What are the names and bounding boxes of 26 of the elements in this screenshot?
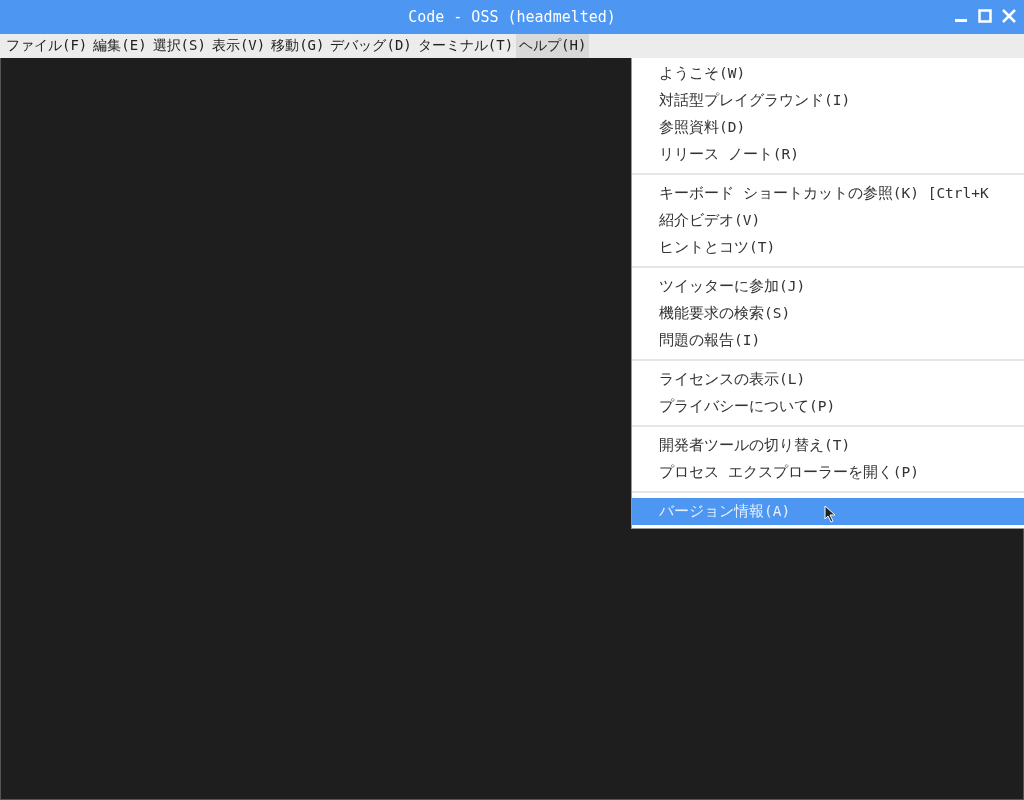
menu-entry[interactable]: ヒントとコツ(T) bbox=[632, 234, 1024, 261]
menu-entry[interactable]: 参照資料(D) bbox=[632, 114, 1024, 141]
menu-entry[interactable]: 機能要求の検索(S) bbox=[632, 300, 1024, 327]
menu-item[interactable]: ファイル(F) bbox=[3, 34, 91, 58]
window-title: Code - OSS (headmelted) bbox=[408, 8, 616, 26]
menu-item[interactable]: 移動(G) bbox=[268, 34, 328, 58]
menu-entry[interactable]: リリース ノート(R) bbox=[632, 141, 1024, 168]
menu-entry[interactable]: 開発者ツールの切り替え(T) bbox=[632, 432, 1024, 459]
menu-item[interactable]: ターミナル(T) bbox=[414, 34, 517, 58]
menu-item[interactable]: 表示(V) bbox=[208, 34, 269, 58]
menu-entry[interactable]: 問題の報告(I) bbox=[632, 327, 1024, 354]
menu-entry[interactable]: プライバシーについて(P) bbox=[632, 393, 1024, 420]
menu-item[interactable]: ヘルプ(H) bbox=[516, 34, 590, 58]
menu-entry[interactable]: キーボード ショートカットの参照(K) [Ctrl+K bbox=[632, 180, 1024, 207]
menu-item[interactable]: 選択(S) bbox=[149, 34, 209, 58]
mouse-pointer-icon bbox=[824, 505, 836, 523]
menu-item[interactable]: デバッグ(D) bbox=[327, 34, 415, 58]
menu-item[interactable]: 編集(E) bbox=[90, 34, 150, 58]
menu-entry[interactable]: ようこそ(W) bbox=[632, 60, 1024, 87]
menu-entry[interactable]: 対話型プレイグラウンド(I) bbox=[632, 87, 1024, 114]
close-icon[interactable] bbox=[1002, 9, 1016, 23]
maximize-icon[interactable] bbox=[978, 9, 992, 23]
menu-entry[interactable]: ツイッターに参加(J) bbox=[632, 273, 1024, 300]
menu-entry[interactable]: プロセス エクスプローラーを開く(P) bbox=[632, 459, 1024, 486]
menu-entry[interactable]: ライセンスの表示(L) bbox=[632, 366, 1024, 393]
menu-entry[interactable]: 紹介ビデオ(V) bbox=[632, 207, 1024, 234]
